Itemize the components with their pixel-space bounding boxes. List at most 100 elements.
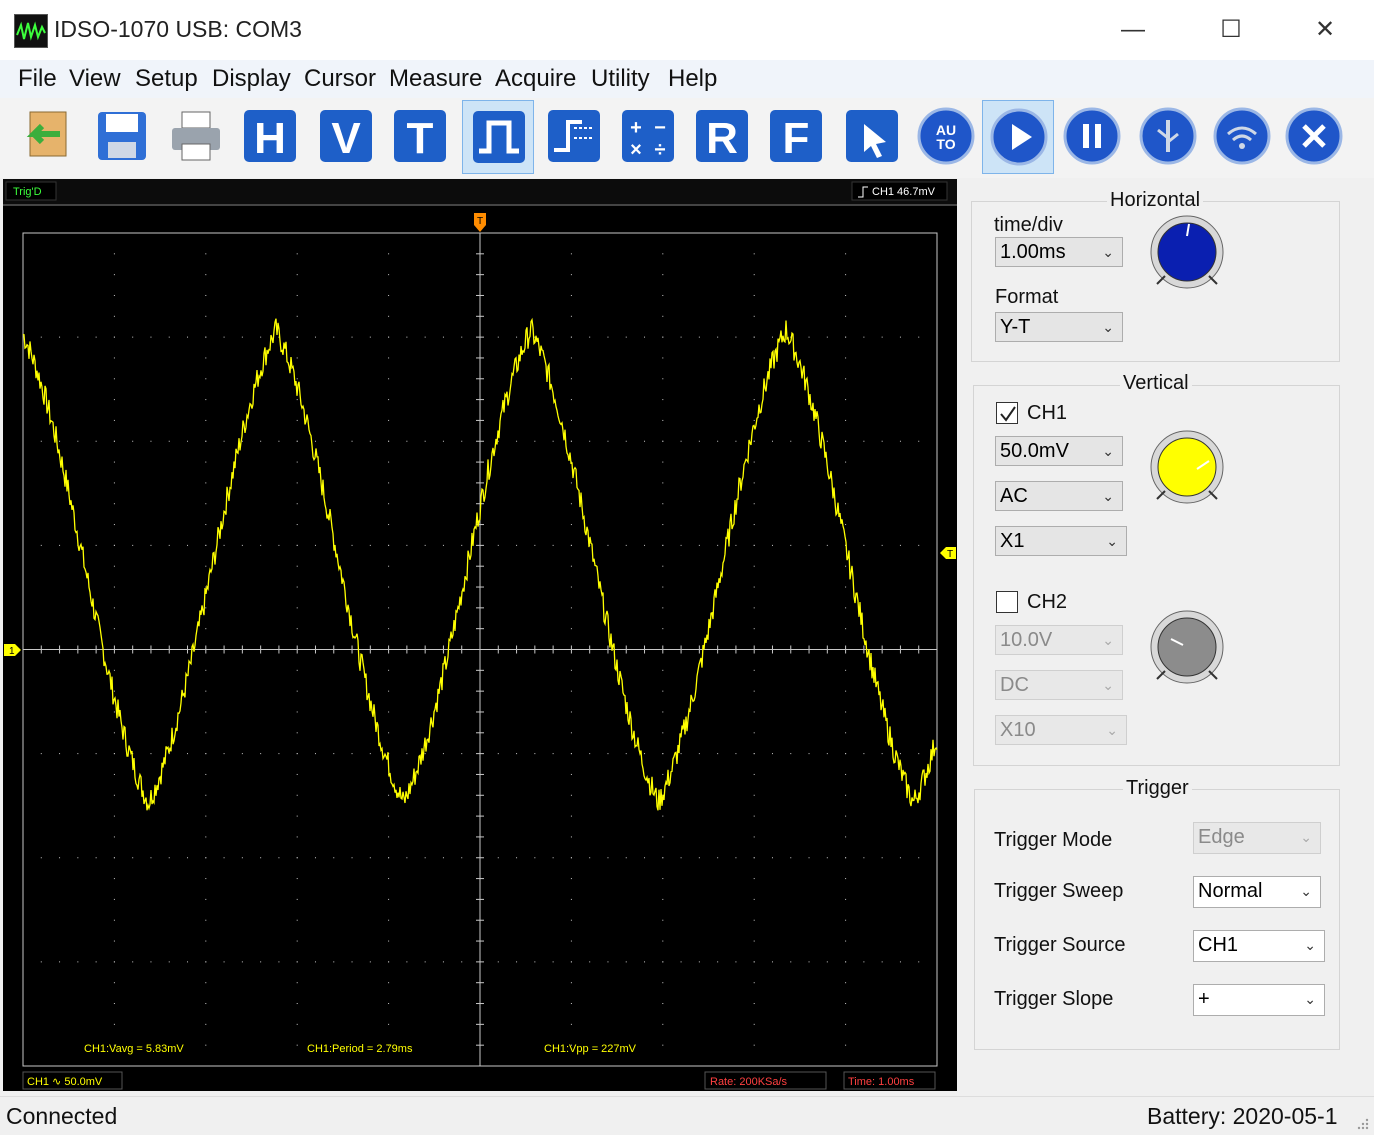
menu-display[interactable]: Display <box>212 65 291 93</box>
print-button[interactable] <box>160 100 232 174</box>
maximize-button[interactable]: ☐ <box>1208 12 1254 48</box>
svg-text:÷: ÷ <box>655 139 666 161</box>
timediv-value: 1.00ms <box>1000 241 1066 263</box>
trigger-marker-label: T <box>477 216 483 227</box>
ch1-label: CH1 <box>1027 402 1068 424</box>
svg-text:+: + <box>630 117 642 139</box>
pulse-button[interactable] <box>462 100 534 174</box>
ch2-volts-select[interactable]: 10.0V ⌄ <box>995 625 1123 655</box>
timediv-select[interactable]: 1.00ms ⌄ <box>995 237 1123 267</box>
ch1-probe-select[interactable]: X1 ⌄ <box>995 526 1127 556</box>
print-icon <box>172 111 220 161</box>
auto-button[interactable]: AU TO <box>910 100 982 174</box>
fft-button[interactable]: F <box>760 100 832 174</box>
ch1-volts-knob[interactable] <box>1147 429 1227 509</box>
cursor-icon <box>846 110 898 162</box>
horizontal-knob[interactable] <box>1147 214 1227 294</box>
menu-view[interactable]: View <box>69 65 121 93</box>
chevron-down-icon: ⌄ <box>1102 488 1114 504</box>
open-button[interactable] <box>10 100 82 174</box>
scope-screen: Trig'D CH1 46.7mV T 1 T CH1:Vavg = 5.83m… <box>3 179 957 1090</box>
connection-status: Connected <box>6 1103 118 1129</box>
reference-button[interactable]: R <box>686 100 758 174</box>
vertical-button[interactable]: V <box>310 100 382 174</box>
menu-acquire[interactable]: Acquire <box>495 65 576 93</box>
trigger-source-select[interactable]: CH1 ⌄ <box>1193 930 1325 962</box>
window-title: IDSO-1070 USB: COM3 <box>54 16 302 42</box>
trigger-slope-label: Trigger Slope <box>994 988 1114 1010</box>
ch2-coupling-select[interactable]: DC ⌄ <box>995 670 1123 700</box>
trigger-slope-value: + <box>1198 988 1210 1010</box>
trigger-legend: Trigger <box>1123 777 1192 800</box>
save-button[interactable] <box>86 100 158 174</box>
open-icon <box>26 111 67 157</box>
toolbar: H V T + − × ÷ R F AU TO <box>0 98 1374 178</box>
ch2-probe-select[interactable]: X10 ⌄ <box>995 715 1127 745</box>
pause-button[interactable] <box>1056 100 1128 174</box>
auto-icon: AUTO <box>917 107 975 165</box>
exit-button[interactable] <box>1278 100 1350 174</box>
minimize-button[interactable]: — <box>1110 12 1156 48</box>
menu-file[interactable]: File <box>18 65 57 93</box>
trigger-source-label: Trigger Source <box>994 934 1126 956</box>
ch2-volts-knob[interactable] <box>1147 609 1227 689</box>
ch1-checkbox[interactable] <box>996 402 1018 424</box>
resize-grip-icon[interactable] <box>1356 1117 1370 1131</box>
chevron-down-icon: ⌄ <box>1106 722 1118 738</box>
scope-display: Trig'D CH1 46.7mV T 1 T CH1:Vavg = 5.83m… <box>3 179 957 1091</box>
menu-help[interactable]: Help <box>668 65 717 93</box>
ch1-probe-value: X1 <box>1000 530 1025 552</box>
math-button[interactable]: + − × ÷ <box>612 100 684 174</box>
chevron-down-icon: ⌄ <box>1300 883 1312 899</box>
ch1-scale-readout: CH1 ∿ 50.0mV <box>27 1076 103 1088</box>
menu-measure[interactable]: Measure <box>389 65 482 93</box>
cursor-button[interactable] <box>836 100 908 174</box>
measure-vavg: CH1:Vavg = 5.83mV <box>84 1043 184 1055</box>
ch2-label: CH2 <box>1027 591 1068 613</box>
svg-text:TO: TO <box>936 136 955 152</box>
ch1-volts-select[interactable]: 50.0mV ⌄ <box>995 436 1123 466</box>
trigger-slope-select[interactable]: + ⌄ <box>1193 984 1325 1016</box>
trigger-icon: T <box>394 110 446 163</box>
ch2-volts-value: 10.0V <box>1000 629 1053 651</box>
vertical-legend: Vertical <box>1120 372 1192 395</box>
svg-text:H: H <box>254 114 286 163</box>
run-icon <box>990 108 1048 166</box>
measure-period: CH1:Period = 2.79ms <box>307 1043 413 1055</box>
trigger-sweep-label: Trigger Sweep <box>994 880 1124 902</box>
horizontal-button[interactable]: H <box>234 100 306 174</box>
trigger-readout: CH1 46.7mV <box>872 186 936 198</box>
menu-cursor[interactable]: Cursor <box>304 65 376 93</box>
pause-icon <box>1063 107 1121 165</box>
status-bar: Connected Battery: 2020-05-1 <box>0 1096 1374 1135</box>
trigger-sweep-select[interactable]: Normal ⌄ <box>1193 876 1321 908</box>
ch2-probe-value: X10 <box>1000 719 1036 741</box>
format-value: Y-T <box>1000 316 1031 338</box>
trigger-sweep-value: Normal <box>1198 880 1263 902</box>
math-bars-button[interactable] <box>538 100 610 174</box>
vertical-icon: V <box>320 110 372 163</box>
wifi-icon <box>1213 107 1271 165</box>
reference-icon: R <box>696 110 748 163</box>
sample-rate-readout: Rate: 200KSa/s <box>710 1076 788 1088</box>
menu-utility[interactable]: Utility <box>591 65 650 93</box>
usb-button[interactable] <box>1132 100 1204 174</box>
format-select[interactable]: Y-T ⌄ <box>995 312 1123 342</box>
ch2-checkbox[interactable] <box>996 591 1018 613</box>
ch2-coupling-value: DC <box>1000 674 1029 696</box>
close-button[interactable]: ✕ <box>1302 12 1348 48</box>
trigger-button[interactable]: T <box>384 100 456 174</box>
pulse-icon <box>473 111 525 163</box>
chevron-down-icon: ⌄ <box>1106 533 1118 549</box>
menu-setup[interactable]: Setup <box>135 65 198 93</box>
horizontal-legend: Horizontal <box>1107 189 1204 212</box>
chevron-down-icon: ⌄ <box>1300 829 1312 845</box>
ch1-coupling-select[interactable]: AC ⌄ <box>995 481 1123 511</box>
wifi-button[interactable] <box>1206 100 1278 174</box>
trigger-mode-select[interactable]: Edge ⌄ <box>1193 822 1321 854</box>
svg-text:F: F <box>783 114 810 163</box>
run-button[interactable] <box>982 100 1054 174</box>
trigger-mode-label: Trigger Mode <box>994 829 1113 851</box>
trig-status: Trig'D <box>13 186 42 198</box>
menu-bar: File View Setup Display Cursor Measure A… <box>0 60 1374 98</box>
